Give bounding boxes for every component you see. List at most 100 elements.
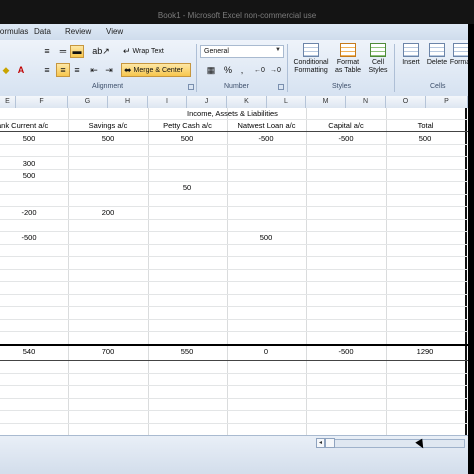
grid-line (0, 410, 468, 411)
scroll-left-button[interactable]: ◂ (316, 438, 325, 448)
cell-styles-icon (370, 43, 386, 57)
cell-loan-r1[interactable]: -500 (251, 134, 281, 144)
cell-bank-r1[interactable]: 500 (14, 134, 44, 144)
header-capital[interactable]: Capital a/c (306, 121, 386, 131)
orientation-button[interactable]: ab↗ (91, 45, 111, 58)
fill-color-button[interactable]: ◆ (0, 63, 12, 77)
grid-line (0, 373, 468, 374)
scroll-thumb[interactable] (325, 438, 335, 448)
insert-cells-icon (403, 43, 419, 57)
align-center-button[interactable]: ≡ (56, 63, 70, 77)
cell-savings-r1[interactable]: 500 (93, 134, 123, 144)
cell-bank-r2[interactable]: 300 (14, 159, 44, 169)
ribbon-tabs: Formulas Data Review View (0, 24, 474, 41)
decrease-indent-icon: ⇤ (90, 64, 98, 75)
comma-style-button[interactable]: , (236, 63, 248, 77)
decrease-decimal-button[interactable]: →0 (268, 63, 283, 77)
conditional-formatting-label: Conditional Formatting (293, 59, 329, 74)
total-bank[interactable]: 540 (14, 347, 44, 357)
column-header-m[interactable]: M (306, 96, 346, 108)
column-header-f[interactable]: F (16, 96, 68, 108)
chevron-left-icon: ◂ (318, 440, 322, 446)
wrap-text-button[interactable]: ↵ Wrap Text (122, 45, 178, 58)
total-loan[interactable]: 0 (251, 347, 281, 357)
alignment-dialog-launcher-icon[interactable] (188, 84, 194, 90)
align-right-icon: ≡ (74, 64, 80, 75)
totals-top-border (0, 344, 468, 346)
cell-styles-button[interactable]: Cell Styles (364, 43, 392, 79)
cell-styles-label: Cell Styles (368, 59, 388, 74)
align-bottom-icon: ▬ (72, 46, 82, 56)
increase-decimal-button[interactable]: ←0 (252, 63, 267, 77)
group-separator (394, 44, 395, 92)
align-top-button[interactable]: ≡ (40, 45, 54, 58)
total-petty[interactable]: 550 (172, 347, 202, 357)
percent-style-button[interactable]: % (222, 63, 234, 77)
increase-indent-icon: ⇥ (105, 64, 113, 75)
total-savings[interactable]: 700 (93, 347, 123, 357)
insert-cells-button[interactable]: Insert (398, 43, 424, 79)
merge-center-icon: ⬌ (124, 64, 132, 75)
number-format-value: General (204, 48, 229, 55)
header-savings[interactable]: Savings a/c (68, 121, 148, 131)
grid-line (0, 194, 468, 195)
section-heading[interactable]: Income, Assets & Liabilities (0, 109, 465, 119)
cell-bank-r5[interactable]: -200 (14, 208, 44, 218)
header-total[interactable]: Total (386, 121, 465, 131)
cell-petty-r1[interactable]: 500 (172, 134, 202, 144)
grid-line (0, 423, 468, 424)
align-bottom-button[interactable]: ▬ (70, 45, 84, 58)
increase-decimal-icon: ←0 (254, 66, 265, 74)
header-bottom-border (0, 131, 468, 132)
total-capital[interactable]: -500 (331, 347, 361, 357)
column-header-i[interactable]: I (148, 96, 187, 108)
horizontal-scrollbar[interactable] (325, 439, 465, 448)
align-left-button[interactable]: ≡ (40, 63, 54, 77)
grid-line (0, 331, 468, 332)
header-natwest-loan[interactable]: Natwest Loan a/c (227, 121, 306, 131)
column-header-p[interactable]: P (426, 96, 468, 108)
currency-icon: ▦ (206, 64, 216, 75)
column-header-h[interactable]: H (108, 96, 148, 108)
format-as-table-button[interactable]: Format as Table (333, 43, 363, 79)
currency-format-button[interactable]: ▦ (202, 63, 220, 77)
column-header-e[interactable]: E (0, 96, 16, 108)
column-header-j[interactable]: J (187, 96, 227, 108)
delete-cells-button[interactable]: Delete (424, 43, 450, 79)
excel-window: Book1 - Microsoft Excel non-commercial u… (0, 0, 474, 474)
column-header-k[interactable]: K (227, 96, 267, 108)
cell-bank-r6[interactable]: -500 (14, 233, 44, 243)
merge-center-button[interactable]: ⬌ Merge & Center (121, 63, 191, 77)
conditional-formatting-icon (303, 43, 319, 57)
font-color-icon: A (17, 64, 25, 75)
column-header-o[interactable]: O (386, 96, 426, 108)
cell-bank-r3[interactable]: 500 (14, 171, 44, 181)
cell-capital-r1[interactable]: -500 (331, 134, 361, 144)
number-dialog-launcher-icon[interactable] (278, 84, 284, 90)
cell-savings-r5[interactable]: 200 (93, 208, 123, 218)
conditional-formatting-button[interactable]: Conditional Formatting (291, 43, 331, 79)
align-right-button[interactable]: ≡ (70, 63, 84, 77)
format-cells-icon (453, 43, 469, 57)
column-header-l[interactable]: L (267, 96, 306, 108)
cell-petty-r4[interactable]: 50 (172, 183, 202, 193)
tab-view[interactable]: View (106, 27, 123, 36)
number-format-select[interactable]: General ▼ (200, 45, 284, 58)
decrease-indent-button[interactable]: ⇤ (87, 63, 101, 77)
column-header-n[interactable]: N (346, 96, 386, 108)
header-petty-cash[interactable]: Petty Cash a/c (148, 121, 227, 131)
header-bank-current[interactable]: ank Current a/c (0, 121, 48, 131)
column-header-g[interactable]: G (68, 96, 108, 108)
align-middle-button[interactable]: ═ (56, 45, 70, 58)
grid-line (0, 231, 468, 232)
grid-line (0, 294, 468, 295)
cell-total-r1[interactable]: 500 (410, 134, 440, 144)
total-overall[interactable]: 1290 (410, 347, 440, 357)
increase-indent-button[interactable]: ⇥ (102, 63, 116, 77)
tab-review[interactable]: Review (65, 27, 91, 36)
tab-data[interactable]: Data (34, 27, 51, 36)
font-color-button[interactable]: A (15, 63, 27, 77)
cell-loan-r6[interactable]: 500 (251, 233, 281, 243)
tab-formulas[interactable]: Formulas (0, 27, 28, 36)
worksheet-grid[interactable]: Income, Assets & Liabilities ank Current… (0, 108, 468, 435)
